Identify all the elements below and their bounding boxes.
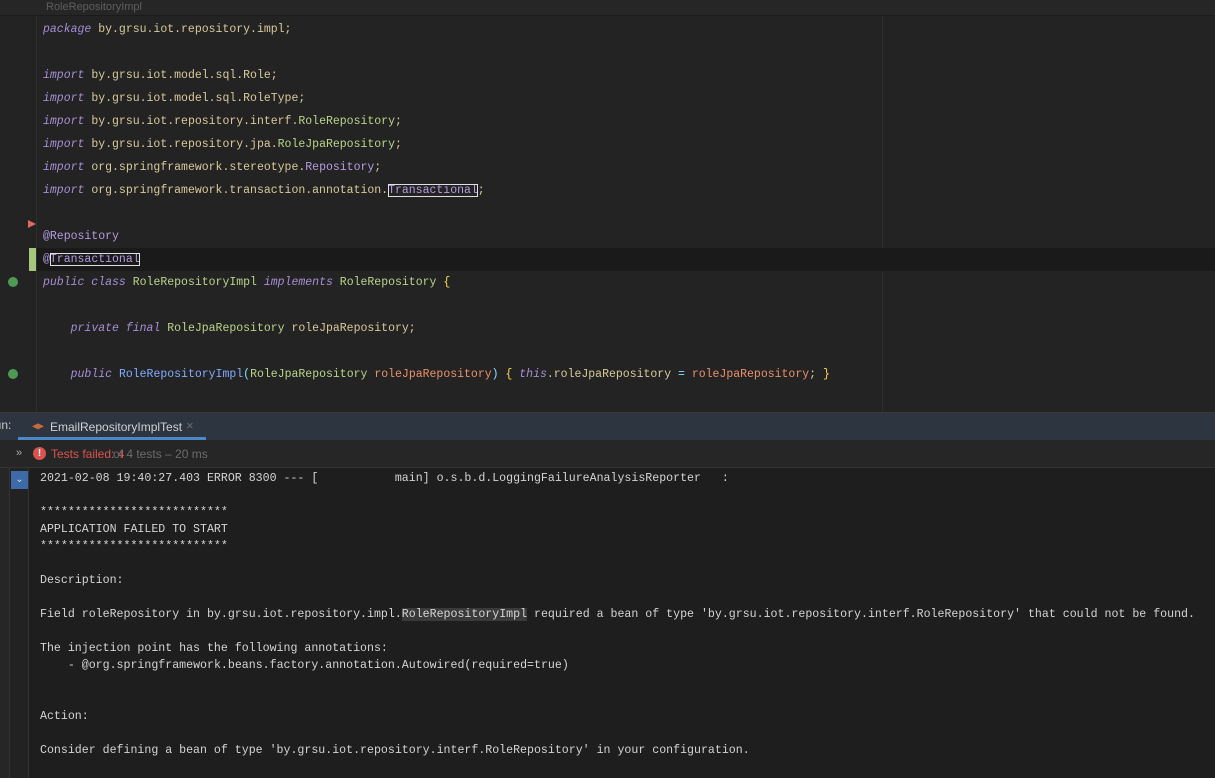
code-token: ; (809, 368, 823, 381)
test-tree-collapsed (10, 468, 29, 778)
code-token: RoleRepository (298, 115, 395, 128)
code-token: roleJpaRepository (374, 368, 492, 381)
code-token: Transactional (388, 184, 478, 197)
code-token: RoleJpaRepository (250, 368, 368, 381)
code-line[interactable]: public class RoleRepositoryImpl implemen… (43, 271, 450, 294)
code-token: RoleRepository (339, 276, 437, 289)
spring-bean-icon[interactable] (8, 369, 18, 379)
code-token: import (43, 115, 85, 128)
code-token: by.grsu.iot.model.sql.Role; (84, 69, 278, 82)
test-status-bar: » ! Tests failed: 4 of 4 tests – 20 ms (0, 440, 1215, 468)
test-run-icon: ◀▶ (32, 422, 45, 433)
code-token: public class (43, 276, 126, 289)
code-token: ; (394, 138, 402, 151)
console-line: - @org.springframework.beans.factory.ann… (40, 659, 569, 672)
code-token: Transactional (49, 253, 140, 266)
console-line: 2021-02-08 19:40:27.403 ERROR 8300 --- [… (40, 472, 729, 485)
code-token: = (678, 368, 685, 381)
code-line[interactable]: package by.grsu.iot.repository.impl; (43, 18, 291, 41)
console-text: required a bean of type 'by.grsu.iot.rep… (527, 608, 1195, 621)
code-token: import (43, 138, 85, 151)
code-token: Repository (305, 161, 375, 174)
code-token: { (443, 276, 451, 289)
console-line: APPLICATION FAILED TO START (40, 523, 228, 536)
code-token: org.springframework.stereotype. (84, 161, 306, 174)
code-line[interactable]: @Repository (43, 225, 119, 248)
code-token: roleJpaRepository; (284, 322, 416, 335)
code-line[interactable]: import by.grsu.iot.model.sql.RoleType; (43, 87, 305, 110)
code-line[interactable]: @Transactional (43, 248, 140, 271)
code-token: import (43, 161, 85, 174)
code-token: ; (374, 161, 382, 174)
breadcrumb: RoleRepositoryImpl (0, 0, 1215, 16)
code-token: org.springframework.transaction.annotati… (84, 184, 389, 197)
code-token: public (70, 368, 113, 381)
code-line[interactable]: private final RoleJpaRepository roleJpaR… (43, 317, 416, 340)
vcs-change-marker[interactable] (29, 248, 36, 271)
code-token: import (43, 184, 85, 197)
console-line: *************************** (40, 506, 228, 519)
code-token: @Repository (43, 230, 119, 243)
code-token: import (43, 92, 85, 105)
code-token: roleJpaRepository (691, 368, 810, 381)
code-token: implements (263, 276, 333, 289)
code-token: @ (43, 253, 50, 266)
code-token: .roleJpaRepository (546, 368, 678, 381)
spring-bean-icon[interactable] (8, 277, 18, 287)
code-token: by.grsu.iot.repository.impl; (91, 23, 292, 36)
console-line: *************************** (40, 540, 228, 553)
expand-chevrons-icon[interactable]: » (16, 447, 22, 459)
console-text: Field roleRepository in by.grsu.iot.repo… (40, 608, 402, 621)
console-line: Description: (40, 574, 124, 587)
run-label: Run: (0, 418, 12, 432)
tab-label: EmailRepositoryImplTest (50, 420, 183, 434)
code-line[interactable]: import org.springframework.stereotype.Re… (43, 156, 381, 179)
code-token: RoleJpaRepository (277, 138, 395, 151)
code-line[interactable]: import by.grsu.iot.repository.interf.Rol… (43, 110, 402, 133)
breakpoint-arrow-icon[interactable] (28, 220, 36, 228)
code-token: import (43, 69, 85, 82)
highlighted-class-name: RoleRepositoryImpl (401, 608, 528, 621)
code-token: by.grsu.iot.repository.interf. (84, 115, 299, 128)
code-token: RoleRepositoryImpl (118, 368, 244, 381)
code-token: by.grsu.iot.repository.jpa. (84, 138, 278, 151)
breadcrumb-file[interactable]: RoleRepositoryImpl (46, 0, 142, 15)
code-token: ) (491, 368, 499, 381)
error-icon: ! (33, 447, 46, 460)
close-tab-icon[interactable]: × (186, 418, 194, 433)
tab-email-repository-impl-test[interactable]: ◀▶ EmailRepositoryImplTest × (18, 413, 206, 440)
console-line: The injection point has the following an… (40, 642, 388, 655)
code-token: ; (394, 115, 402, 128)
console-line: Action: (40, 710, 89, 723)
code-token: private final (70, 322, 161, 335)
console-line: Field roleRepository in by.grsu.iot.repo… (40, 606, 1195, 623)
right-margin-guide (882, 16, 883, 412)
gutter-divider (36, 16, 37, 412)
current-line-highlight (37, 248, 1215, 271)
code-line[interactable]: public RoleRepositoryImpl(RoleJpaReposit… (43, 363, 830, 386)
code-token: package (43, 23, 92, 36)
code-token: RoleRepositoryImpl (132, 276, 257, 289)
console-line: Consider defining a bean of type 'by.grs… (40, 744, 750, 757)
code-line[interactable]: import org.springframework.transaction.a… (43, 179, 485, 202)
code-line[interactable]: import by.grsu.iot.repository.jpa.RoleJp… (43, 133, 402, 156)
run-toolbar (0, 468, 10, 778)
code-token: } (822, 368, 830, 381)
code-line[interactable]: import by.grsu.iot.model.sql.Role; (43, 64, 278, 87)
code-token: this (519, 368, 547, 381)
code-token: ; (477, 184, 485, 197)
code-token: by.grsu.iot.model.sql.RoleType; (84, 92, 306, 105)
code-token: RoleJpaRepository (167, 322, 285, 335)
collapse-chevron-icon[interactable]: ⌄ (11, 471, 28, 489)
tests-summary-text: of 4 tests – 20 ms (113, 447, 208, 461)
